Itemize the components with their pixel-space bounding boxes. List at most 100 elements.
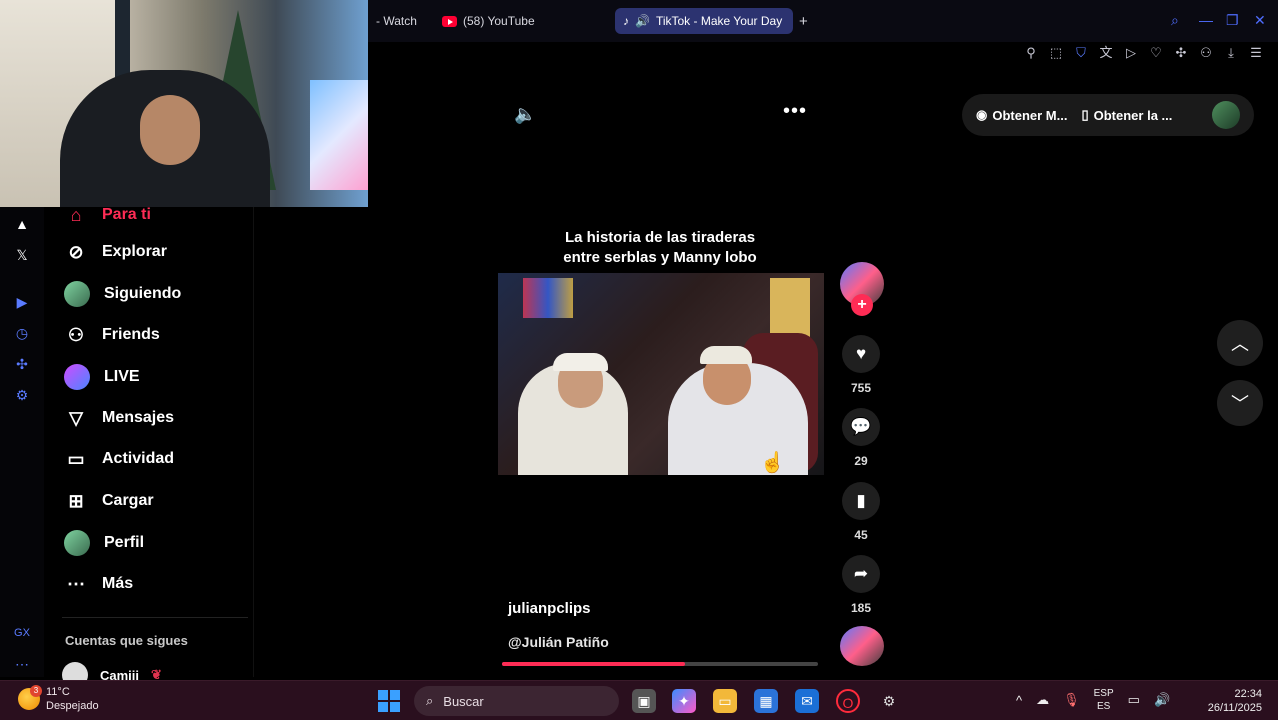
tab-youtube[interactable]: (58) YouTube <box>434 8 584 34</box>
weather-temp: 11°C <box>46 686 70 698</box>
tiktok-sidebar: ⌂ Para ti ⊘ Explorar Siguiendo ⚇ Friends… <box>44 205 254 688</box>
tab-watch[interactable]: - Watch <box>368 8 428 34</box>
search-icon: ⌕ <box>426 693 434 708</box>
heart-icon: ♥ <box>855 344 867 363</box>
taskbar-search[interactable]: ⌕ Buscar <box>414 686 619 716</box>
nav-perfil[interactable]: Perfil <box>64 530 144 556</box>
video-progress-bar[interactable] <box>502 662 818 666</box>
get-app-button[interactable]: ▯ Obtener la ... <box>1081 107 1172 123</box>
send-icon: ▽ <box>69 407 83 428</box>
share-button[interactable]: ➦ <box>842 555 880 593</box>
nav-mas[interactable]: ⋯ Más <box>64 572 133 596</box>
previous-video-button[interactable]: ︿ <box>1217 320 1263 366</box>
screenshot-icon[interactable]: ⬚ <box>1048 45 1064 61</box>
following-header: Cuentas que sigues <box>65 633 188 648</box>
history-icon[interactable]: ◷ <box>13 324 31 342</box>
nav-cargar[interactable]: ⊞ Cargar <box>64 489 153 513</box>
video-caption-overlay: La historia de las tiraderas entre serbl… <box>563 229 757 266</box>
aria-icon[interactable]: ▲ <box>13 215 31 233</box>
volume-icon[interactable]: 🔈 <box>514 104 536 125</box>
gx-icon[interactable]: GX <box>13 624 31 642</box>
extensions-rail-icon[interactable]: ✣ <box>13 355 31 373</box>
like-action: ♥ 755 <box>842 335 880 395</box>
windows-logo-tile <box>378 702 388 712</box>
video-player[interactable] <box>498 273 824 475</box>
nav-explorar[interactable]: ⊘ Explorar <box>64 240 166 264</box>
more-rail-icon[interactable]: ⋯ <box>13 655 31 673</box>
opera-gx-icon[interactable]: O <box>836 689 860 713</box>
video-handle[interactable]: @Julián Patiño <box>508 634 609 650</box>
close-icon[interactable]: ✕ <box>1254 12 1266 29</box>
speaker-icon[interactable]: 🔊 <box>635 14 650 28</box>
x-icon[interactable]: 𝕏 <box>13 246 31 264</box>
windows-logo-tile <box>390 702 400 712</box>
browser-toolbar: ⚲ ⬚ ⛉ 文 ▷ ♡ ✣ ⚇ ⤓ ☰ <box>1000 42 1278 64</box>
start-button[interactable] <box>378 690 400 712</box>
share-icon: ➦ <box>853 564 869 583</box>
pin-icon[interactable]: ⚲ <box>1023 45 1039 61</box>
shield-icon[interactable]: ⛉ <box>1073 45 1089 61</box>
compass-icon: ⊘ <box>68 241 84 262</box>
cloud-icon[interactable]: ☁ <box>1036 692 1049 708</box>
hand-cursor-icon: ☝ <box>760 452 785 474</box>
monitor-icon[interactable]: ▭ <box>1128 692 1140 708</box>
video-author[interactable]: julianpclips <box>508 600 591 617</box>
settings-icon[interactable]: ⚙ <box>13 386 31 404</box>
new-tab-button[interactable]: + <box>796 8 816 34</box>
more-options-icon[interactable]: ••• <box>783 100 807 123</box>
file-explorer-icon[interactable]: ▭ <box>713 689 737 713</box>
activity-icon: ▭ <box>67 448 85 469</box>
weather-badge: 3 <box>30 685 42 697</box>
heart-icon[interactable]: ♡ <box>1148 45 1164 61</box>
volume-icon[interactable]: 🔊 <box>1154 692 1170 708</box>
translate-icon[interactable]: 文 <box>1098 45 1114 61</box>
outlook-icon[interactable]: ✉ <box>795 689 819 713</box>
nav-friends[interactable]: ⚇ Friends <box>64 323 160 347</box>
extensions-icon[interactable]: ✣ <box>1173 45 1189 61</box>
next-creator-avatar[interactable] <box>840 626 884 666</box>
play-icon[interactable]: ▷ <box>1123 45 1139 61</box>
player-icon[interactable]: ▶ <box>13 293 31 311</box>
store-icon[interactable]: ▦ <box>754 689 778 713</box>
profile-avatar <box>64 530 90 556</box>
comment-action: 💬 29 <box>842 408 880 468</box>
user-avatar[interactable] <box>1212 101 1240 129</box>
youtube-icon <box>442 15 457 27</box>
task-view-icon[interactable]: ▣ <box>632 689 656 713</box>
minimize-icon[interactable]: — <box>1199 12 1213 28</box>
chevron-down-icon: ﹀ <box>1231 394 1249 414</box>
nav-live[interactable]: LIVE <box>64 364 140 390</box>
person-left-cap <box>553 353 608 371</box>
nav-para-ti[interactable]: ⌂ Para ti <box>64 203 151 227</box>
download-icon[interactable]: ⤓ <box>1223 45 1239 61</box>
profile-icon[interactable]: ⚇ <box>1198 45 1214 61</box>
comment-button[interactable]: 💬 <box>842 408 880 446</box>
streamer-face <box>140 95 200 165</box>
microphone-icon[interactable]: 🎙 <box>1063 692 1080 708</box>
get-coins-button[interactable]: ◉ Obtener M... <box>976 107 1067 123</box>
like-button[interactable]: ♥ <box>842 335 880 373</box>
video-progress-fill <box>502 662 686 666</box>
steam-icon[interactable]: ⚙ <box>877 689 901 713</box>
coin-icon: ◉ <box>976 107 988 122</box>
wall-poster <box>770 278 810 338</box>
follow-plus-button[interactable]: + <box>851 294 873 316</box>
language-indicator[interactable]: ESP ES <box>1094 687 1114 713</box>
nav-actividad[interactable]: ▭ Actividad <box>64 447 174 471</box>
upload-icon: ⊞ <box>68 490 84 511</box>
chevron-up-icon[interactable]: ^ <box>1016 693 1022 708</box>
nav-siguiendo[interactable]: Siguiendo <box>64 281 181 307</box>
maximize-icon[interactable]: ❐ <box>1226 12 1239 29</box>
tab-tiktok[interactable]: ♪ 🔊 TikTok - Make Your Day <box>615 8 793 34</box>
system-clock[interactable]: 22:34 26/11/2025 <box>1196 687 1262 715</box>
home-icon: ⌂ <box>70 204 82 225</box>
copilot-icon[interactable]: ✦ <box>672 689 696 713</box>
monitor-glow <box>310 80 368 190</box>
next-video-button[interactable]: ﹀ <box>1217 380 1263 426</box>
windows-taskbar: 3 11°C Despejado ⌕ Buscar ▣ ✦ ▭ ▦ ✉ O ⚙ … <box>0 680 1278 720</box>
weather-widget[interactable]: 3 11°C Despejado <box>18 685 99 713</box>
search-icon[interactable]: ⌕ <box>1171 12 1179 29</box>
menu-icon[interactable]: ☰ <box>1248 45 1264 61</box>
save-button[interactable]: ▮ <box>842 482 880 520</box>
nav-mensajes[interactable]: ▽ Mensajes <box>64 406 174 430</box>
